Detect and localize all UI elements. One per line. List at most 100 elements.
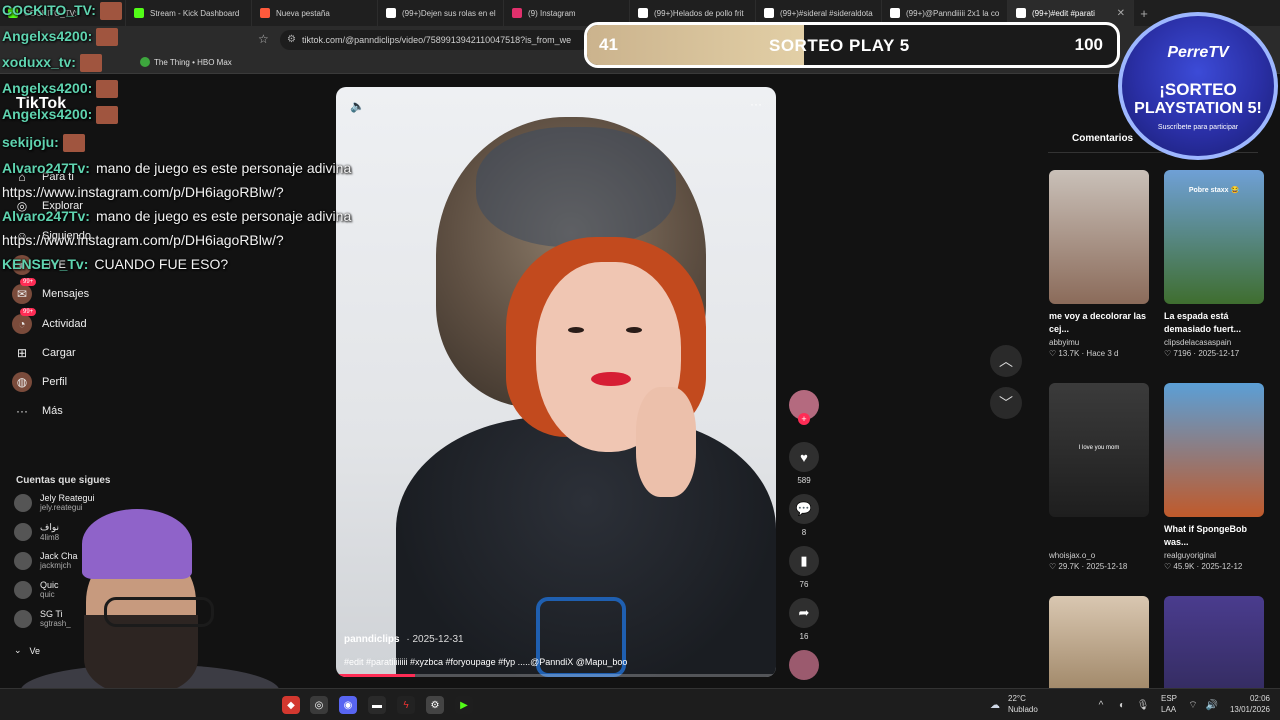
sidebar-item-label: Perfil xyxy=(42,376,68,389)
chevron-down-icon: ﹀ xyxy=(999,395,1013,411)
sidebar-item-more[interactable]: ··· Más xyxy=(12,401,63,421)
sorteo-title: SORTEO PLAY 5 xyxy=(769,36,910,55)
close-tab-icon[interactable]: ✕ xyxy=(1117,8,1125,19)
more-icon: ··· xyxy=(16,404,28,419)
video-likes: 45.9K xyxy=(1173,562,1195,571)
author-avatar-button[interactable]: + xyxy=(788,390,820,425)
save-button[interactable]: ▮ 76 xyxy=(788,546,820,589)
video-thumbnail[interactable]: Pobre staxx 😂 xyxy=(1164,170,1264,304)
bookmark-icon: ▮ xyxy=(789,546,819,576)
tab-favicon-icon xyxy=(890,8,900,18)
microphone-icon[interactable]: 🎙 xyxy=(1134,696,1152,714)
new-tab-button[interactable]: + xyxy=(1134,6,1154,21)
video-title[interactable] xyxy=(1049,523,1149,549)
video-frame-eye xyxy=(626,327,642,333)
wifi-icon[interactable]: ⌔ xyxy=(1184,696,1202,714)
chat-username: Angelxs4200: xyxy=(2,80,93,96)
comment-button[interactable]: 💬 8 xyxy=(788,494,820,537)
video-progress-bar[interactable] xyxy=(336,674,776,677)
chat-username: KENSEY_Tv: xyxy=(2,256,89,272)
video-user[interactable]: realguyoriginal xyxy=(1164,551,1264,560)
share-button[interactable]: ➦ 16 xyxy=(788,598,820,641)
related-video-card[interactable]: I love you mom whoisjax.o_o ♡ 29.7K · 2025… xyxy=(1049,383,1149,571)
more-options-icon[interactable]: ··· xyxy=(750,97,762,111)
video-date: 2025-12-18 xyxy=(1086,562,1128,571)
notification-badge: 99+ xyxy=(20,307,37,316)
settings-app-icon[interactable]: ⚙ xyxy=(426,696,444,714)
video-frame-eye xyxy=(568,327,584,333)
video-stats: ♡ 13.7K · Hace 3 d xyxy=(1049,349,1149,358)
music-disc-button[interactable] xyxy=(788,650,820,680)
video-user[interactable]: whoisjax.o_o xyxy=(1049,551,1149,560)
chat-link: https://www.instagram.com/p/DH6iagoRBlw/… xyxy=(2,232,284,248)
weather-cloud-icon[interactable]: ☁ xyxy=(986,696,1004,714)
volume-tray-icon[interactable]: 🔊 xyxy=(1203,696,1221,714)
tab-favicon-icon xyxy=(1016,8,1026,18)
like-count: 589 xyxy=(797,476,811,485)
webcam-cap xyxy=(82,509,192,579)
video-likes: 7196 xyxy=(1173,349,1192,358)
music-disc-icon xyxy=(789,650,819,680)
next-video-button[interactable]: ﹀ xyxy=(990,387,1022,419)
chat-message: Angelxs4200: xyxy=(2,106,119,125)
webcam-beard xyxy=(84,615,198,695)
sorteo-current: 41 xyxy=(599,35,618,54)
following-name: Jely Reategui xyxy=(40,493,95,503)
chat-emote-icon xyxy=(96,106,119,125)
sidebar-item-upload[interactable]: ⊞ Cargar xyxy=(12,343,76,363)
like-button[interactable]: ♥ 589 xyxy=(788,442,820,485)
video-frame-hat-inner xyxy=(476,127,676,247)
tray-chevron-icon[interactable]: ^ xyxy=(1092,696,1110,714)
terminal-app-icon[interactable]: ▬ xyxy=(368,696,386,714)
video-progress-fill xyxy=(336,674,416,677)
video-likes: 13.7K xyxy=(1058,349,1080,358)
avatar: + xyxy=(789,390,819,425)
video-user[interactable]: clipsdelacasaspain xyxy=(1164,338,1264,347)
video-title[interactable]: What if SpongeBob was... xyxy=(1164,523,1264,549)
previous-video-button[interactable]: ︿ xyxy=(990,345,1022,377)
chat-message: Alvaro247Tv: mano de juego es este person… xyxy=(2,208,351,224)
chat-username: Angelxs4200: xyxy=(2,106,93,122)
chevron-up-icon: ︿ xyxy=(999,353,1013,369)
obs-app-icon[interactable]: ◎ xyxy=(310,696,328,714)
video-description[interactable]: #edit #paratiiiiiiii #xyzbca #foryoupage… xyxy=(344,657,627,667)
brave-app-icon[interactable]: ◆ xyxy=(282,696,300,714)
video-author[interactable]: panndiclips xyxy=(344,634,400,645)
video-title[interactable]: La espada está demasiado fuert... xyxy=(1164,310,1264,336)
kick-app-icon[interactable]: ▶ xyxy=(455,696,473,714)
video-thumbnail[interactable]: I love you mom xyxy=(1049,383,1149,517)
video-thumbnail[interactable] xyxy=(1164,383,1264,517)
sorteo-progress-overlay: 41 SORTEO PLAY 5 100 xyxy=(584,22,1120,68)
chat-message: Alvaro247Tv: mano de juego es este person… xyxy=(2,160,351,176)
promo-subtitle: Suscríbete para participar xyxy=(1157,124,1239,131)
chat-username: Alvaro247Tv: xyxy=(2,208,90,224)
discord-app-icon[interactable]: ◉ xyxy=(339,696,357,714)
video-user[interactable]: abbyimu xyxy=(1049,338,1149,347)
chat-username: Alvaro247Tv: xyxy=(2,160,90,176)
chat-message: COCKITO_TV: xyxy=(2,2,122,21)
weather-temp: 22°C xyxy=(1008,694,1026,703)
follow-plus-icon[interactable]: + xyxy=(798,413,810,425)
sidebar-item-label: Actividad xyxy=(42,317,87,330)
heart-icon: ♡ xyxy=(1164,349,1174,358)
clock-time[interactable]: 02:06 xyxy=(1226,694,1270,704)
webcam-glasses xyxy=(104,597,214,627)
related-video-card[interactable]: me voy a decolorar las cej... abbyimu ♡ 13… xyxy=(1049,170,1149,358)
video-stats: ♡ 29.7K · 2025-12-18 xyxy=(1049,562,1149,571)
chat-text: CUANDO FUE ESO? xyxy=(94,256,229,272)
tray-network-icon[interactable]: ◐ xyxy=(1113,696,1131,714)
chat-message: Angelxs4200: xyxy=(2,28,119,47)
language-indicator[interactable]: ESP xyxy=(1161,694,1177,704)
promo-brand: PerreTV xyxy=(1167,44,1229,61)
sidebar-item-activity[interactable]: ◔ 99+ Actividad xyxy=(12,307,87,334)
sidebar-item-message[interactable]: ✉ 99+ Mensajes xyxy=(12,278,89,305)
video-frame-lips xyxy=(591,372,631,386)
tab-comments[interactable]: Comentarios xyxy=(1072,133,1133,144)
video-frame-hand xyxy=(636,387,696,497)
bolt-app-icon[interactable]: ϟ xyxy=(397,696,415,714)
related-video-card[interactable]: Pobre staxx 😂 La espada está demasiado fu… xyxy=(1164,170,1264,358)
sidebar-item-profile[interactable]: ◍ Perfil xyxy=(12,372,68,393)
related-video-card[interactable]: What if SpongeBob was... realguyoriginal ♡… xyxy=(1164,383,1264,571)
video-title[interactable]: me voy a decolorar las cej... xyxy=(1049,310,1149,336)
video-thumbnail[interactable] xyxy=(1049,170,1149,304)
